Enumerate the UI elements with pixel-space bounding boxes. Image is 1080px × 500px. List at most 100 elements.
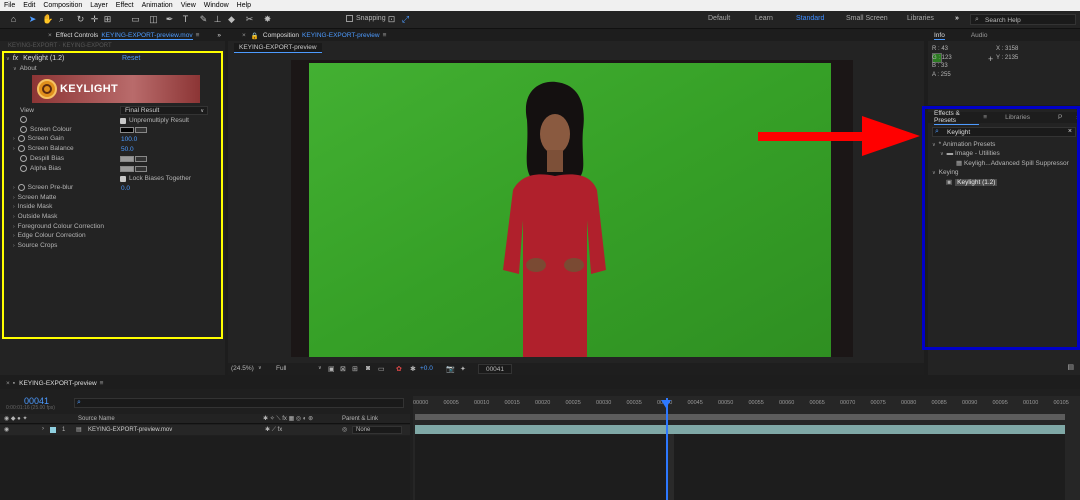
- eyedropper-icon[interactable]: [135, 156, 147, 162]
- composition-viewer[interactable]: [291, 60, 853, 357]
- anchor-tool-icon[interactable]: ⊞: [102, 14, 113, 25]
- composition-tab-name[interactable]: KEYING-EXPORT-preview: [302, 32, 380, 39]
- menu-item-view[interactable]: View: [181, 2, 196, 9]
- puppet-tool-icon[interactable]: ✸: [262, 14, 273, 25]
- info-tab[interactable]: Info: [934, 32, 945, 40]
- search-help-input[interactable]: Search Help: [985, 17, 1021, 24]
- stopwatch-icon[interactable]: [17, 145, 25, 152]
- work-area-bar[interactable]: [415, 414, 1065, 420]
- layer-name[interactable]: KEYING-EXPORT-preview.mov: [88, 427, 172, 433]
- menu-item-help[interactable]: Help: [237, 2, 251, 9]
- group-outside-mask[interactable]: › Outside Mask: [13, 213, 57, 220]
- effect-controls-tab[interactable]: Effect Controls: [56, 32, 99, 39]
- screen-gain-value[interactable]: 100.0: [121, 136, 137, 143]
- workspace-small-screen[interactable]: Small Screen: [846, 15, 888, 22]
- exposure-value[interactable]: +0.0: [420, 365, 433, 372]
- screen-colour-swatch[interactable]: [120, 127, 134, 133]
- workspace-default[interactable]: Default: [708, 15, 730, 22]
- channel-icon[interactable]: ▭: [378, 365, 385, 373]
- brush-tool-icon[interactable]: ✎: [198, 14, 209, 25]
- menu-item-effect[interactable]: Effect: [116, 2, 134, 9]
- stopwatch-icon[interactable]: [17, 135, 25, 142]
- hand-tool-icon[interactable]: ✋: [42, 14, 53, 25]
- effect-controls-file[interactable]: KEYING-EXPORT-preview.mov: [101, 32, 193, 40]
- roto-tool-icon[interactable]: ✂: [244, 14, 255, 25]
- menu-item-animation[interactable]: Animation: [142, 2, 173, 9]
- menu-item-composition[interactable]: Composition: [43, 2, 82, 9]
- resolution-dropdown[interactable]: Full: [276, 365, 286, 372]
- timeline-tab[interactable]: KEYING-EXPORT-preview: [19, 380, 97, 387]
- panel-menu-icon[interactable]: ×: [48, 32, 52, 39]
- stopwatch-icon[interactable]: [17, 184, 25, 191]
- tab-menu-icon[interactable]: ≡: [196, 32, 200, 39]
- search-help-box[interactable]: ⌕ Search Help: [970, 14, 1076, 25]
- show-snapshot-icon[interactable]: ✦: [460, 365, 466, 373]
- stopwatch-icon[interactable]: [20, 116, 30, 125]
- zoom-tool-icon[interactable]: ⌕: [56, 14, 67, 25]
- view-dropdown[interactable]: Final Result ∨: [120, 106, 208, 115]
- group-screen-matte[interactable]: › Screen Matte: [13, 194, 56, 201]
- mask-tool-icon[interactable]: ◫: [148, 14, 159, 25]
- menu-item-layer[interactable]: Layer: [90, 2, 108, 9]
- parent-dropdown[interactable]: None: [352, 426, 402, 434]
- workspace-learn[interactable]: Learn: [755, 15, 773, 22]
- stopwatch-icon[interactable]: [20, 126, 27, 133]
- color-channels-icon[interactable]: ✿: [396, 365, 402, 373]
- workspace-libraries[interactable]: Libraries: [907, 15, 934, 22]
- rotate-tool-icon[interactable]: ↻: [75, 14, 86, 25]
- expand-layer-icon[interactable]: ›: [42, 426, 44, 432]
- rect-tool-icon[interactable]: ▭: [130, 14, 141, 25]
- layer-row[interactable]: ◉ › 1 ▤ KEYING-EXPORT-preview.mov ✱ ⟋ fx…: [0, 425, 410, 435]
- lock-biases-checkbox[interactable]: Lock Biases Together: [120, 175, 191, 182]
- menu-item-edit[interactable]: Edit: [23, 2, 35, 9]
- timeline-graph[interactable]: 00000 00005 00010 00015 00020 00025 00030 00035…: [413, 396, 1080, 500]
- group-source-crops[interactable]: › Source Crops: [13, 242, 57, 249]
- menu-item-file[interactable]: File: [4, 2, 15, 9]
- reset-link[interactable]: Reset: [122, 55, 140, 62]
- playhead-handle[interactable]: [661, 400, 671, 408]
- guides-icon[interactable]: ⊞: [352, 365, 358, 373]
- transparency-grid-icon[interactable]: ⊠: [340, 365, 346, 373]
- eraser-tool-icon[interactable]: ◆: [226, 14, 237, 25]
- audio-tab[interactable]: Audio: [971, 32, 988, 39]
- despill-bias-swatch[interactable]: [120, 156, 134, 162]
- tab-menu-icon[interactable]: ≡: [100, 380, 104, 387]
- new-folder-icon[interactable]: ▤: [1067, 363, 1074, 371]
- time-ruler[interactable]: 00000 00005 00010 00015 00020 00025 00030 00035…: [413, 400, 1080, 412]
- tab-menu-icon[interactable]: ≡: [383, 32, 387, 39]
- pickwhip-icon[interactable]: ◎: [342, 426, 347, 433]
- composition-tab[interactable]: Composition: [263, 32, 299, 39]
- snap-option-icon[interactable]: ⊡: [386, 14, 397, 25]
- label-color-swatch[interactable]: [50, 427, 56, 433]
- pen-tool-icon[interactable]: ✒: [164, 14, 175, 25]
- group-edge-colour-correction[interactable]: › Edge Colour Correction: [13, 232, 86, 239]
- eyedropper-icon[interactable]: [135, 166, 147, 172]
- type-tool-icon[interactable]: T: [180, 14, 191, 25]
- snapshot-icon[interactable]: 📷: [446, 365, 455, 373]
- workspace-overflow-icon[interactable]: »: [955, 15, 959, 22]
- unpremultiply-checkbox[interactable]: Unpremultiply Result: [120, 117, 189, 124]
- composition-subtab[interactable]: KEYING-EXPORT-preview: [234, 43, 322, 53]
- move-tool-icon[interactable]: ✛: [89, 14, 100, 25]
- timeline-search-box[interactable]: ⌕: [74, 398, 404, 408]
- alpha-bias-swatch[interactable]: [120, 166, 134, 172]
- region-icon[interactable]: ▣: [328, 365, 335, 373]
- workspace-standard[interactable]: Standard: [796, 15, 824, 22]
- snapping-checkbox[interactable]: [346, 15, 353, 22]
- stopwatch-icon[interactable]: [20, 155, 27, 162]
- clone-tool-icon[interactable]: ⊥: [212, 14, 223, 25]
- group-foreground-colour-correction[interactable]: › Foreground Colour Correction: [13, 223, 104, 230]
- mask-visibility-icon[interactable]: ◙: [366, 365, 370, 372]
- group-inside-mask[interactable]: › Inside Mask: [13, 203, 52, 210]
- current-frame-field[interactable]: 00041: [478, 364, 512, 374]
- stopwatch-icon[interactable]: [20, 165, 27, 172]
- close-icon[interactable]: ×: [6, 380, 10, 387]
- zoom-dropdown[interactable]: (24.5%): [231, 365, 254, 372]
- eye-icon[interactable]: ◉: [4, 426, 9, 433]
- layer-duration-bar[interactable]: [415, 425, 1065, 434]
- about-row[interactable]: ∨ About: [13, 65, 37, 72]
- layer-switches-icon[interactable]: ✱ ⟋ fx: [265, 426, 282, 434]
- screen-balance-value[interactable]: 50.0: [121, 146, 134, 153]
- lock-icon[interactable]: 🔒: [251, 32, 259, 40]
- menu-item-window[interactable]: Window: [204, 2, 229, 9]
